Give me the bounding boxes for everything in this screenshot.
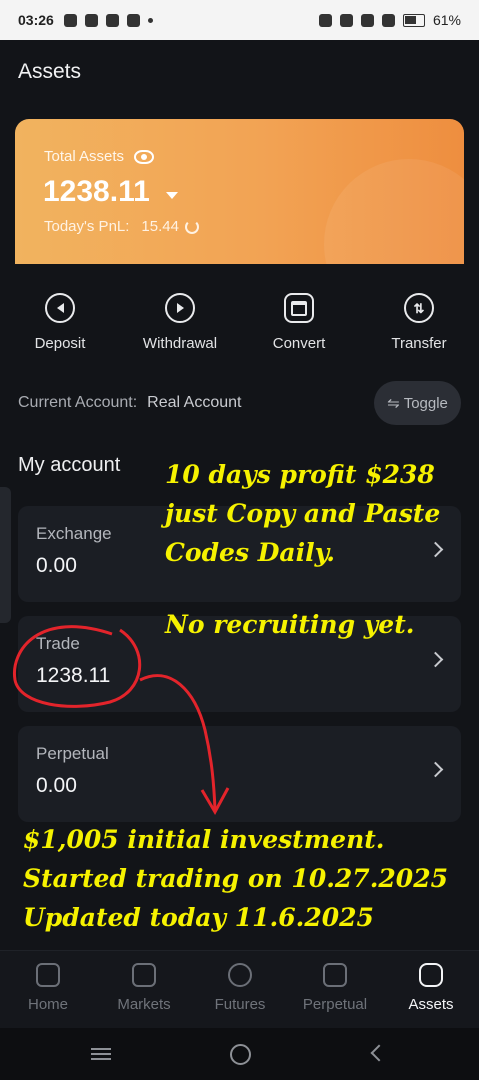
side-drawer-handle[interactable] bbox=[0, 487, 11, 623]
convert-button[interactable]: Convert bbox=[249, 293, 349, 352]
nav-home[interactable]: Home bbox=[0, 963, 96, 1013]
status-bar: 03:26 61% bbox=[0, 0, 479, 40]
wifi-icon bbox=[339, 13, 353, 27]
signal-icon bbox=[381, 13, 395, 27]
current-account-value: Real Account bbox=[147, 394, 242, 411]
bottom-navigation: Home Markets Futures Perpetual Assets bbox=[0, 950, 479, 1029]
battery-icon bbox=[402, 13, 425, 27]
nav-perpetual[interactable]: Perpetual bbox=[287, 963, 383, 1013]
deposit-icon bbox=[45, 293, 75, 323]
app-icon bbox=[126, 13, 140, 27]
messenger-icon bbox=[63, 13, 77, 27]
withdrawal-icon bbox=[165, 293, 195, 323]
system-navigation-bar bbox=[0, 1028, 479, 1080]
total-assets-card: Total Assets 1238.11 Today's PnL: 15.44 bbox=[15, 119, 464, 264]
transfer-button[interactable]: ⇅ Transfer bbox=[369, 293, 469, 352]
nav-label: Futures bbox=[214, 996, 266, 1013]
my-account-title: My account bbox=[18, 454, 121, 476]
card-decoration bbox=[324, 159, 464, 264]
transfer-label: Transfer bbox=[391, 335, 447, 352]
current-account-label: Current Account: bbox=[18, 394, 138, 411]
asset-actions: Deposit Withdrawal Convert ⇅ Transfer bbox=[0, 293, 479, 363]
status-time: 03:26 bbox=[18, 12, 54, 28]
swap-icon: ⇋ bbox=[387, 395, 400, 412]
overlay-text-recruiting: No recruiting yet. bbox=[165, 610, 415, 639]
more-notifications-icon bbox=[147, 17, 153, 23]
nav-futures[interactable]: Futures bbox=[192, 963, 288, 1013]
account-name: Exchange bbox=[36, 524, 112, 543]
withdrawal-button[interactable]: Withdrawal bbox=[130, 293, 230, 352]
toggle-label: Toggle bbox=[403, 394, 448, 412]
current-account: Current Account: Real Account bbox=[18, 394, 241, 412]
home-button-icon[interactable] bbox=[230, 1044, 251, 1065]
toggle-account-button[interactable]: ⇋ Toggle bbox=[374, 381, 461, 425]
home-icon bbox=[36, 963, 60, 987]
nav-markets[interactable]: Markets bbox=[96, 963, 192, 1013]
transfer-icon: ⇅ bbox=[404, 293, 434, 323]
pnl-value: 15.44 bbox=[141, 218, 179, 235]
perpetual-icon bbox=[323, 963, 347, 987]
nav-label: Markets bbox=[117, 996, 171, 1013]
account-amount: 0.00 bbox=[36, 554, 77, 577]
convert-label: Convert bbox=[272, 335, 326, 352]
refresh-icon[interactable] bbox=[184, 219, 199, 234]
caret-down-icon[interactable] bbox=[165, 191, 178, 199]
account-amount: 0.00 bbox=[36, 774, 77, 797]
chat-icon bbox=[84, 13, 98, 27]
calendar-icon bbox=[105, 13, 119, 27]
deposit-label: Deposit bbox=[34, 335, 86, 352]
account-card-perpetual[interactable]: Perpetual 0.00 bbox=[18, 726, 461, 822]
markets-icon bbox=[132, 963, 156, 987]
nav-label: Assets bbox=[408, 996, 454, 1013]
todays-pnl: Today's PnL: 15.44 bbox=[44, 218, 199, 235]
wallet-icon bbox=[419, 963, 443, 987]
deposit-button[interactable]: Deposit bbox=[10, 293, 110, 352]
overlay-text-investment: $1,005 initial investment. Started tradi… bbox=[23, 825, 448, 932]
battery-level: 61% bbox=[432, 12, 461, 28]
back-icon[interactable] bbox=[370, 1044, 388, 1062]
pnl-label: Today's PnL: bbox=[44, 218, 130, 235]
account-amount: 1238.11 bbox=[36, 664, 111, 687]
page-title: Assets bbox=[18, 60, 82, 83]
account-name: Trade bbox=[36, 634, 80, 653]
nav-label: Perpetual bbox=[302, 996, 368, 1013]
convert-icon bbox=[284, 293, 314, 323]
account-name: Perpetual bbox=[36, 744, 109, 763]
total-assets-value-row: 1238.11 bbox=[43, 175, 178, 209]
futures-icon bbox=[228, 963, 252, 987]
chevron-right-icon bbox=[427, 761, 444, 778]
signal-icon bbox=[360, 13, 374, 27]
eye-icon[interactable] bbox=[134, 149, 155, 164]
withdrawal-label: Withdrawal bbox=[142, 335, 218, 352]
total-assets-label: Total Assets bbox=[44, 148, 155, 165]
nav-assets[interactable]: Assets bbox=[383, 963, 479, 1013]
total-assets-value: 1238.11 bbox=[43, 175, 150, 208]
nav-label: Home bbox=[27, 996, 68, 1013]
alarm-icon bbox=[318, 13, 332, 27]
total-assets-label-text: Total Assets bbox=[44, 148, 125, 165]
chevron-right-icon bbox=[427, 651, 444, 668]
overlay-text-profit: 10 days profit $238 just Copy and Paste … bbox=[165, 460, 441, 567]
recent-apps-icon[interactable] bbox=[91, 1048, 111, 1060]
